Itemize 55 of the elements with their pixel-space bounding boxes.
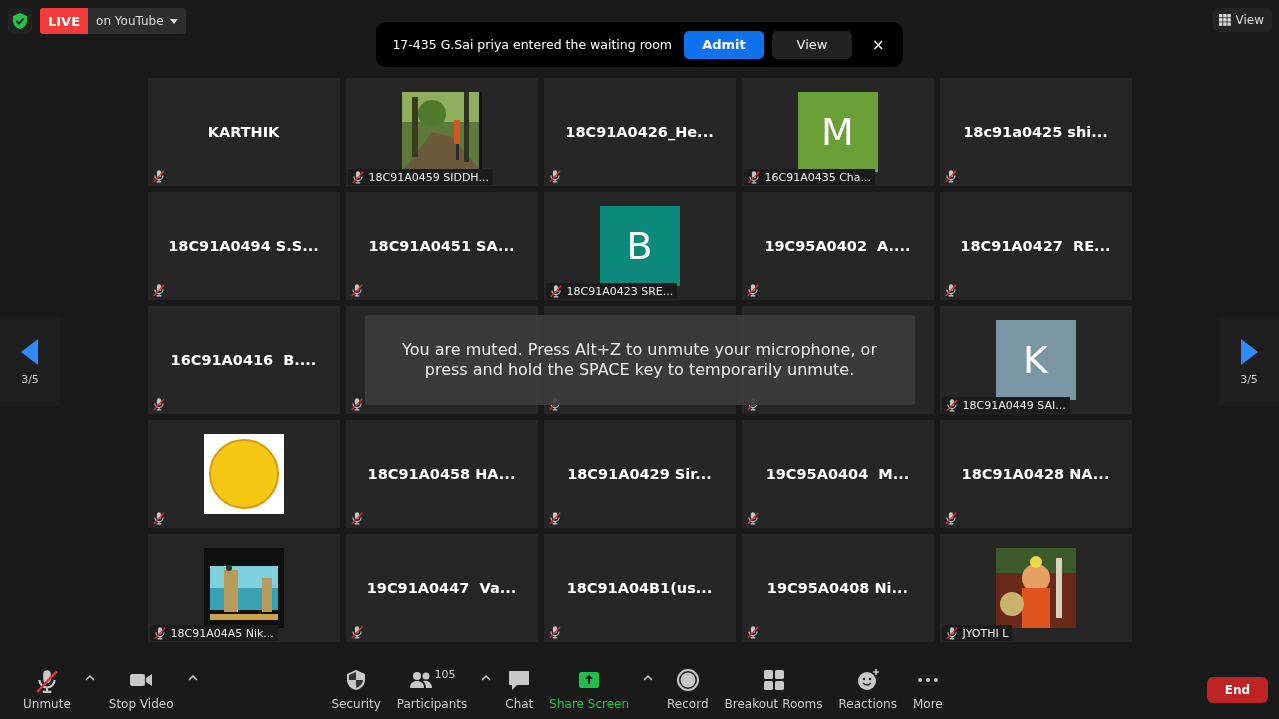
participant-name: 18C91A0428 NA... xyxy=(961,466,1110,482)
muted-message: You are muted. Press Alt+Z to unmute your microphone, or press and hold the SPACE key to temporarily unmute. xyxy=(364,315,915,405)
participant-name: 18C91A0427 RE... xyxy=(960,238,1111,254)
toolbar-button[interactable]: Security xyxy=(323,664,389,715)
participant-name: 18C91A0429 Sir... xyxy=(567,466,712,482)
notification-message: 17-435 G.Sai priya entered the waiting room xyxy=(392,37,672,52)
participant-name: 19C95A0404 M... xyxy=(765,466,910,482)
view-button[interactable]: View xyxy=(1212,8,1272,32)
participant-name: 19C95A0408 Ni... xyxy=(766,580,909,596)
avatar: M xyxy=(797,92,878,172)
participant-name: 18C91A0494 S.S... xyxy=(168,238,319,254)
grid-icon xyxy=(1218,14,1231,26)
dropdown-arrow-icon xyxy=(169,18,178,24)
participant-name: 18C91A0459 SIDDH... xyxy=(368,170,489,184)
toolbar-button[interactable]: Breakout Rooms xyxy=(716,664,831,715)
participant-name: KARTHIK xyxy=(207,124,280,140)
participant-name: 18C91A0423 SRE... xyxy=(566,284,674,298)
end-button[interactable]: End xyxy=(1207,676,1268,703)
avatar: K xyxy=(995,320,1076,400)
shield-check-icon[interactable] xyxy=(8,8,32,34)
participant-name: 18C91A04A5 Nik... xyxy=(170,626,274,640)
participant-name: 19C95A0402 A.... xyxy=(764,238,911,254)
toolbar-button[interactable]: Record xyxy=(659,664,717,715)
toolbar-button[interactable]: Stop Video xyxy=(100,664,182,715)
participant-name: 18C91A0451 SA... xyxy=(368,238,515,254)
toolbar-button[interactable]: Unmute xyxy=(15,664,79,715)
admit-button[interactable]: Admit xyxy=(684,30,764,59)
toolbar-button[interactable]: Share Screen xyxy=(541,664,638,715)
participant-name: 19C91A0447 Va... xyxy=(366,580,517,596)
right-arrow-icon xyxy=(1240,338,1258,365)
more-icon xyxy=(916,677,939,683)
participant-name: 18C91A0449 SAI... xyxy=(962,398,1066,412)
toolbar-button[interactable]: Chat xyxy=(497,664,542,715)
stream-dropdown[interactable]: on YouTube xyxy=(88,8,186,34)
participant-name: 18C91A04B1(us... xyxy=(566,580,713,596)
record-icon xyxy=(675,668,700,692)
participant-name: 18C91A0426_He... xyxy=(565,124,714,140)
close-button[interactable]: × xyxy=(860,35,889,54)
participant-name: 18c91a0425 shi... xyxy=(963,124,1108,140)
smiley-plus-icon xyxy=(855,668,880,692)
left-arrow-icon xyxy=(21,338,39,365)
four-squares-icon xyxy=(761,668,786,692)
view-button[interactable]: View xyxy=(772,30,852,59)
participant-name: 16C91A0416 B.... xyxy=(170,352,317,368)
chat-bubble-icon xyxy=(507,668,532,692)
toolbar-button[interactable]: More xyxy=(904,664,951,715)
participant-name: 18C91A0458 HA... xyxy=(367,466,516,482)
toolbar-button[interactable]: Reactions xyxy=(830,664,905,715)
toolbar-button[interactable]: 105 Participants xyxy=(388,664,476,715)
previous-page-button[interactable]: 3/5 xyxy=(0,318,60,406)
next-page-button[interactable]: 3/5 xyxy=(1219,318,1279,406)
participant-name: 16C91A0435 Cha... xyxy=(764,170,872,184)
live-badge: LIVE xyxy=(40,8,89,34)
avatar: B xyxy=(599,206,680,286)
participant-name: JYOTHI L xyxy=(962,626,1009,640)
